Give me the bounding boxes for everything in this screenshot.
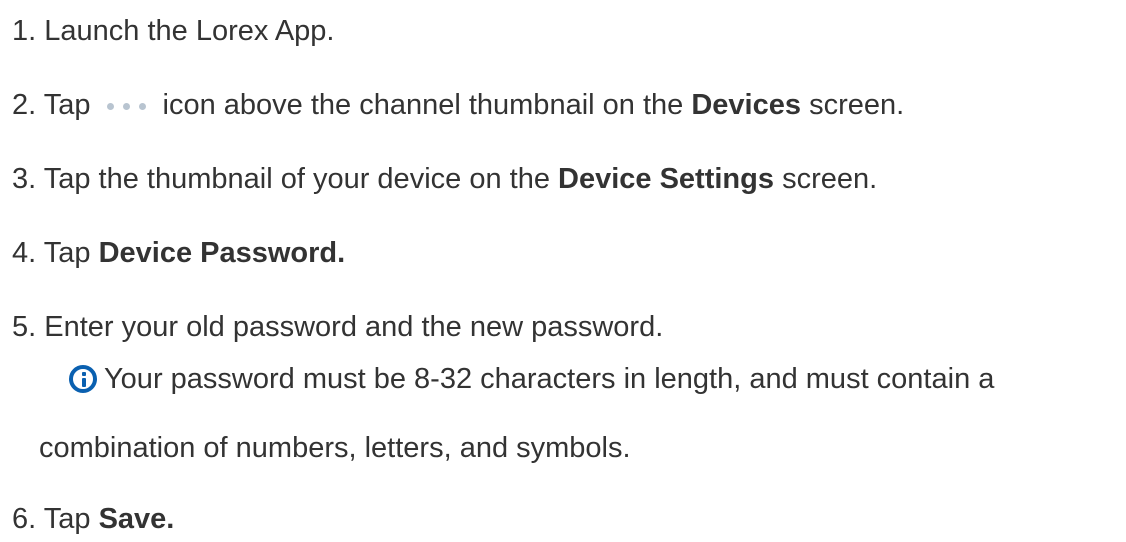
password-note-line-1: Your password must be 8-32 characters in… xyxy=(104,363,995,395)
step-6-number: 6. xyxy=(12,503,37,535)
step-3-bold: Device Settings xyxy=(558,163,774,195)
step-3: 3. Tap the thumbnail of your device on t… xyxy=(12,162,877,196)
step-2: 2. Tap icon above the channel thumbnail o… xyxy=(12,88,904,122)
step-6-pre: Tap xyxy=(43,503,91,535)
step-5-number: 5. xyxy=(12,311,37,343)
password-note-line-2: combination of numbers, letters, and sym… xyxy=(39,432,631,464)
step-6: 6. Tap Save. xyxy=(12,502,174,536)
step-3-number: 3. xyxy=(12,163,37,195)
more-dots-icon xyxy=(103,101,155,111)
step-4: 4. Tap Device Password. xyxy=(12,236,345,270)
step-4-bold: Device Password. xyxy=(98,237,346,269)
step-4-number: 4. xyxy=(12,237,37,269)
step-3-pre: Tap the thumbnail of your device on the xyxy=(43,163,550,195)
step-2-bold: Devices xyxy=(691,89,801,121)
step-2-tail: screen. xyxy=(809,89,905,121)
info-icon xyxy=(69,365,97,393)
step-2-post: icon above the channel thumbnail on the xyxy=(162,89,684,121)
step-1-text: Launch the Lorex App. xyxy=(44,15,335,47)
step-5-text: Enter your old password and the new pass… xyxy=(44,311,664,343)
step-3-tail: screen. xyxy=(782,163,878,195)
step-1: 1. Launch the Lorex App. xyxy=(12,14,334,48)
step-2-number: 2. xyxy=(12,89,37,121)
step-4-pre: Tap xyxy=(43,237,91,269)
step-5: 5. Enter your old password and the new p… xyxy=(12,310,663,344)
step-1-number: 1. xyxy=(12,15,37,47)
step-2-pre: Tap xyxy=(43,89,91,121)
step-6-bold: Save. xyxy=(98,503,175,535)
